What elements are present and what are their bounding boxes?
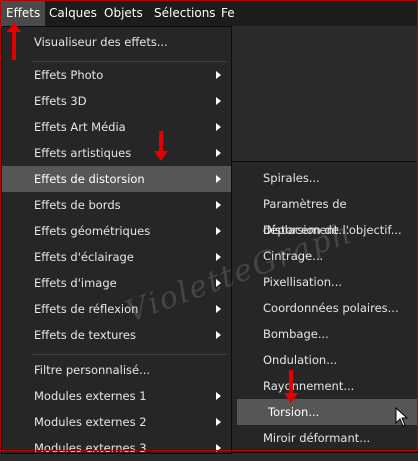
submenu-item-miroir-deformant[interactable]: Miroir déformant... xyxy=(232,425,418,451)
menu-item-modules-externes-1[interactable]: Modules externes 1 xyxy=(2,383,231,409)
submenu-arrow-icon xyxy=(216,97,221,105)
submenu-item-coordonnees-polaires[interactable]: Coordonnées polaires... xyxy=(232,295,418,321)
submenu-item-pixellisation[interactable]: Pixellisation... xyxy=(232,269,418,295)
menu-item-effets-photo[interactable]: Effets Photo xyxy=(2,62,231,88)
menu-item-label: Effets de réflexion xyxy=(34,302,139,316)
submenu-arrow-icon xyxy=(216,227,221,235)
menu-item-label: Filtre personnalisé... xyxy=(34,363,151,377)
menu-item-effets-distorsion[interactable]: Effets de distorsion xyxy=(2,166,231,192)
submenu-item-distorsion-objectif[interactable]: Distorsion de l'objectif... xyxy=(232,217,418,243)
menu-item-filtre-personnalise[interactable]: Filtre personnalisé... xyxy=(2,357,231,383)
submenu-arrow-icon xyxy=(216,123,221,131)
mouse-cursor-icon xyxy=(395,407,409,427)
distortion-submenu: Spirales... Paramètres de déplacement...… xyxy=(231,161,418,453)
submenu-arrow-icon xyxy=(216,175,221,183)
menu-item-effets-art-media[interactable]: Effets Art Média xyxy=(2,114,231,140)
menu-item-label: Effets artistiques xyxy=(34,146,132,160)
menu-item-effets-image[interactable]: Effets d'image xyxy=(2,270,231,296)
submenu-arrow-icon xyxy=(216,279,221,287)
menu-item-label: Effets d'image xyxy=(34,276,117,290)
menu-item-label: Effets géométriques xyxy=(34,224,151,238)
menu-item-effets-3d[interactable]: Effets 3D xyxy=(2,88,231,114)
submenu-item-spirales[interactable]: Spirales... xyxy=(232,165,418,191)
menu-item-label: Effets Photo xyxy=(34,68,104,82)
red-arrow-down xyxy=(154,131,168,161)
submenu-item-cintrage[interactable]: Cintrage... xyxy=(232,243,418,269)
menu-item-modules-externes-2[interactable]: Modules externes 2 xyxy=(2,409,231,435)
menu-item-effets-geometriques[interactable]: Effets géométriques xyxy=(2,218,231,244)
submenu-arrow-icon xyxy=(216,253,221,261)
submenu-arrow-icon xyxy=(216,305,221,313)
menu-objets[interactable]: Objets xyxy=(99,1,148,26)
submenu-item-parametres-deplacement[interactable]: Paramètres de déplacement... xyxy=(232,191,418,237)
submenu-arrow-icon xyxy=(216,331,221,339)
red-arrow-down xyxy=(284,370,298,403)
effects-menu: Visualiseur des effets... Effets Photo E… xyxy=(1,26,232,455)
submenu-arrow-icon xyxy=(216,201,221,209)
menu-item-effets-artistiques[interactable]: Effets artistiques xyxy=(2,140,231,166)
submenu-item-bombage[interactable]: Bombage... xyxy=(232,321,418,347)
menu-item-label: Effets de textures xyxy=(34,328,136,342)
menu-item-effets-textures[interactable]: Effets de textures xyxy=(2,322,231,348)
menu-item-effets-reflexion[interactable]: Effets de réflexion xyxy=(2,296,231,322)
menu-item-effects-viewer[interactable]: Visualiseur des effets... xyxy=(2,29,231,55)
submenu-item-ondulation[interactable]: Ondulation... xyxy=(232,347,418,373)
menu-item-label: Modules externes 3 xyxy=(34,441,147,455)
menu-item-modules-externes-3[interactable]: Modules externes 3 xyxy=(2,435,231,461)
menu-bar: Effets Calques Objets Sélections Fe xyxy=(1,1,417,26)
menu-separator xyxy=(32,354,227,355)
menu-selections[interactable]: Sélections xyxy=(149,1,221,26)
menu-fenetre[interactable]: Fe xyxy=(216,1,240,26)
submenu-arrow-icon xyxy=(216,71,221,79)
menu-item-label: Effets de distorsion xyxy=(34,172,145,186)
red-arrow-up xyxy=(7,22,21,60)
submenu-arrow-icon xyxy=(216,392,221,400)
menu-item-label: Effets 3D xyxy=(34,94,87,108)
menu-item-label: Effets de bords xyxy=(34,198,121,212)
submenu-arrow-icon xyxy=(216,149,221,157)
menu-item-label: Effets d'éclairage xyxy=(34,250,134,264)
menu-item-effets-bords[interactable]: Effets de bords xyxy=(2,192,231,218)
menu-item-label: Modules externes 1 xyxy=(34,389,147,403)
menu-calques[interactable]: Calques xyxy=(44,1,102,26)
menu-item-label: Visualiseur des effets... xyxy=(34,35,168,49)
submenu-item-torsion[interactable]: Torsion... xyxy=(237,399,418,425)
submenu-arrow-icon xyxy=(216,418,221,426)
menu-item-effets-eclairage[interactable]: Effets d'éclairage xyxy=(2,244,231,270)
menu-item-label: Effets Art Média xyxy=(34,120,126,134)
submenu-item-rayonnement[interactable]: Rayonnement... xyxy=(232,373,418,399)
menu-item-label: Modules externes 2 xyxy=(34,415,147,429)
